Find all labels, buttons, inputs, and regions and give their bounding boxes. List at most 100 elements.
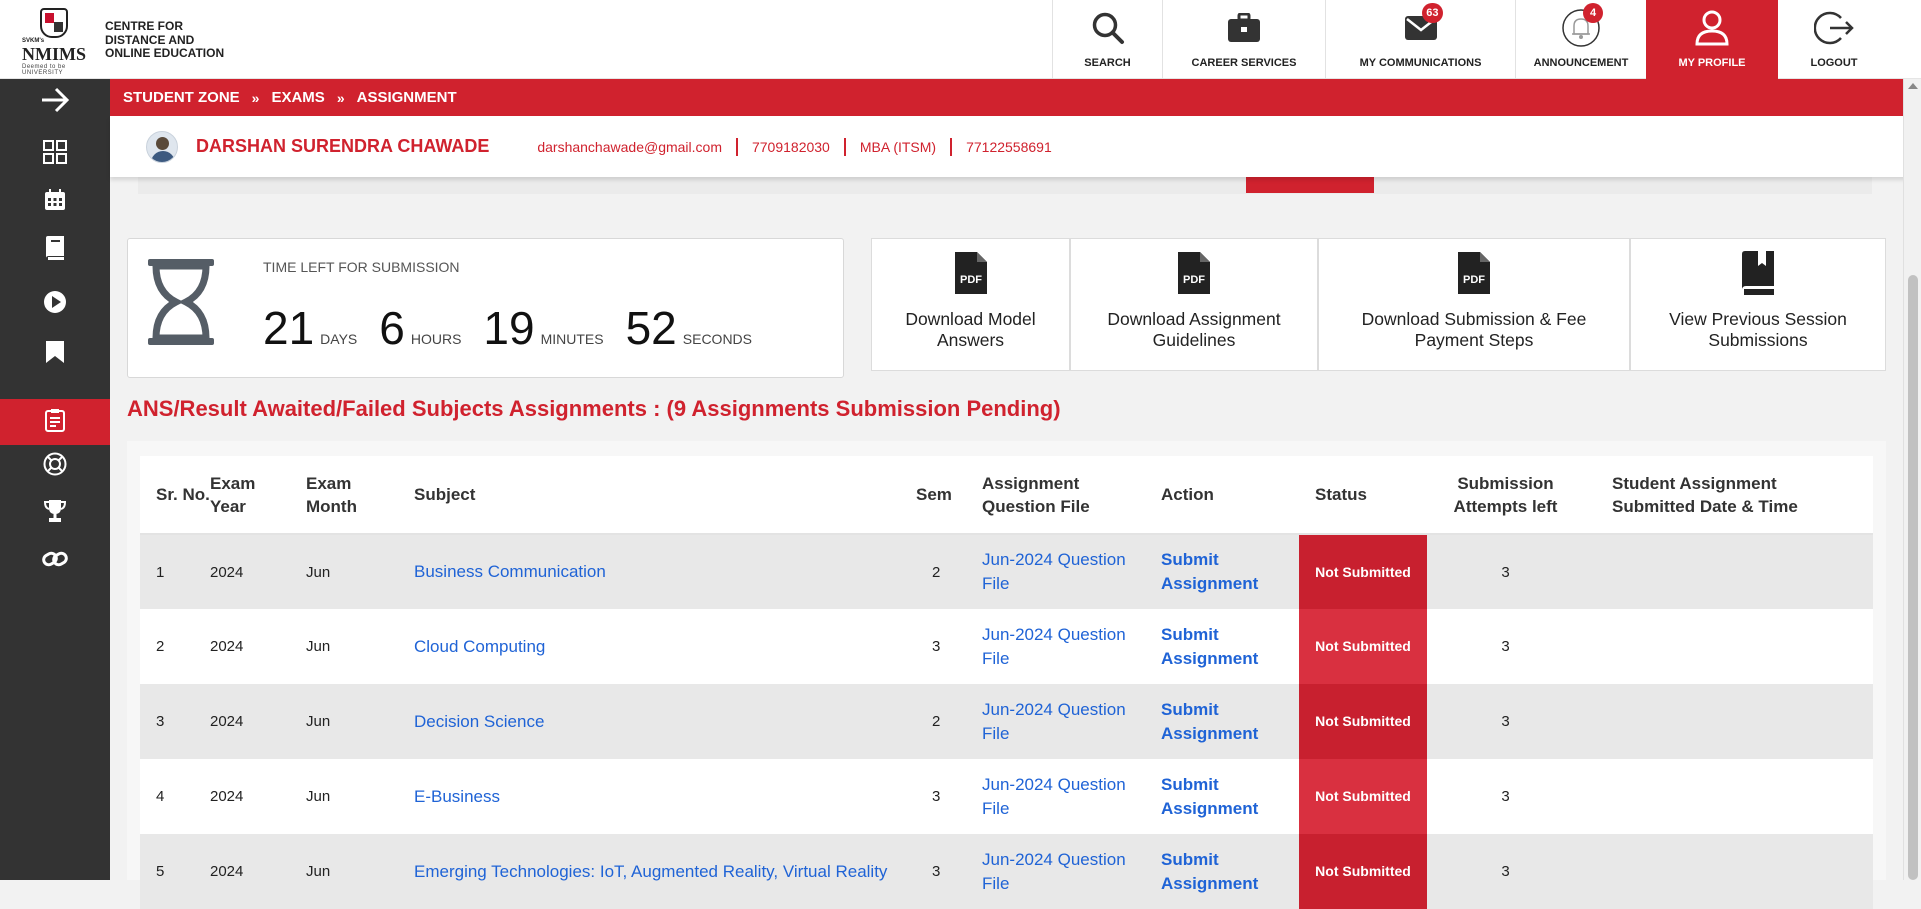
- breadcrumb-assignment: ASSIGNMENT: [356, 89, 457, 106]
- download-model-answers-button[interactable]: PDF Download Model Answers: [871, 238, 1070, 371]
- sidebar-item-bookmarks[interactable]: [0, 331, 110, 377]
- nav-logout[interactable]: LOGOUT: [1778, 0, 1890, 79]
- question-file-link[interactable]: Jun-2024 Question File: [982, 700, 1126, 743]
- question-file-link[interactable]: Jun-2024 Question File: [982, 550, 1126, 593]
- cell-sr: 1: [140, 534, 210, 609]
- subject-link[interactable]: Cloud Computing: [414, 637, 545, 656]
- pdf-icon: PDF: [1456, 247, 1492, 299]
- cell-sem: 3: [916, 834, 982, 909]
- breadcrumb-student-zone[interactable]: STUDENT ZONE: [123, 89, 240, 106]
- student-info-bar: DARSHAN SURENDRA CHAWADE darshanchawade@…: [110, 116, 1921, 177]
- cell-sr: 4: [140, 759, 210, 834]
- question-file-link[interactable]: Jun-2024 Question File: [982, 625, 1126, 668]
- column-header: Subject: [414, 456, 916, 535]
- page-scrollbar[interactable]: [1903, 79, 1921, 880]
- cell-month: Jun: [306, 759, 414, 834]
- cell-sr: 3: [140, 684, 210, 759]
- subject-link[interactable]: Emerging Technologies: IoT, Augmented Re…: [414, 862, 887, 881]
- sidebar-item-expand[interactable]: [0, 79, 110, 125]
- sidebar-item-achievements[interactable]: [0, 490, 110, 536]
- subject-link[interactable]: Decision Science: [414, 712, 544, 731]
- question-file-link[interactable]: Jun-2024 Question File: [982, 850, 1126, 893]
- submission-timer-card: TIME LEFT FOR SUBMISSION 21 DAYS 6 HOURS…: [127, 238, 844, 378]
- column-header: Assignment Question File: [982, 456, 1161, 535]
- table-row: 1 2024 Jun Business Communication 2 Jun-…: [140, 534, 1873, 609]
- hourglass-icon: [146, 257, 216, 352]
- centre-title-line: CENTRE FOR: [105, 19, 183, 33]
- timer-minutes: 19: [483, 302, 535, 354]
- svg-text:PDF: PDF: [960, 274, 982, 286]
- nav-announcement[interactable]: 4 ANNOUNCEMENT: [1515, 0, 1646, 79]
- bell-icon: 4: [1561, 3, 1603, 47]
- centre-title-line: DISTANCE AND: [105, 32, 195, 47]
- nav-career-services[interactable]: CAREER SERVICES: [1162, 0, 1325, 79]
- column-header: Student Assignment Submitted Date & Time: [1584, 456, 1873, 535]
- cell-attempts: 3: [1427, 684, 1584, 759]
- submit-assignment-link[interactable]: Submit Assignment: [1161, 775, 1258, 818]
- centre-title: CENTRE FOR DISTANCE AND ONLINE EDUCATION: [105, 19, 224, 61]
- nav-label: MY COMMUNICATIONS: [1359, 57, 1482, 69]
- sidebar-item-calendar[interactable]: [0, 179, 110, 225]
- link-icon: [42, 548, 68, 575]
- subject-link[interactable]: Business Communication: [414, 562, 606, 581]
- sidebar-item-links[interactable]: [0, 538, 110, 584]
- download-submission-steps-button[interactable]: PDF Download Submission & Fee Payment St…: [1318, 238, 1630, 371]
- cell-submitted-date: [1584, 609, 1873, 684]
- column-header: Status: [1299, 456, 1427, 535]
- submit-assignment-link[interactable]: Submit Assignment: [1161, 550, 1258, 593]
- cell-sem: 2: [916, 534, 982, 609]
- cell-sr: 5: [140, 834, 210, 909]
- logo-name: NMIMS: [22, 44, 86, 64]
- pending-assignments-title: ANS/Result Awaited/Failed Subjects Assig…: [127, 396, 1061, 421]
- cell-sr: 2: [140, 609, 210, 684]
- subject-link[interactable]: E-Business: [414, 787, 500, 806]
- logout-icon: [1814, 9, 1854, 47]
- cell-month: Jun: [306, 834, 414, 909]
- download-assignment-guidelines-button[interactable]: PDF Download Assignment Guidelines: [1070, 238, 1318, 371]
- question-file-link[interactable]: Jun-2024 Question File: [982, 775, 1126, 818]
- nav-search[interactable]: SEARCH: [1052, 0, 1162, 79]
- timer-values: 21 DAYS 6 HOURS 19 MINUTES 52 SECONDS: [263, 301, 774, 355]
- sidebar-item-dashboard[interactable]: [0, 131, 110, 177]
- scroll-up-icon[interactable]: [1908, 83, 1918, 89]
- student-sapid: 77122558691: [966, 138, 1052, 155]
- table-row: 5 2024 Jun Emerging Technologies: IoT, A…: [140, 834, 1873, 909]
- cell-attempts: 3: [1427, 759, 1584, 834]
- pdf-icon: PDF: [953, 247, 989, 299]
- left-sidebar: [0, 79, 110, 880]
- communications-badge: 63: [1422, 3, 1443, 23]
- cell-year: 2024: [210, 684, 306, 759]
- top-header: SVKM's NMIMS Deemed to be UNIVERSITY CEN…: [0, 0, 1921, 79]
- breadcrumb-exams[interactable]: EXAMS: [271, 89, 324, 106]
- cell-attempts: 3: [1427, 534, 1584, 609]
- play-icon: [43, 290, 67, 319]
- column-header: Exam Month: [306, 456, 414, 535]
- view-previous-submissions-button[interactable]: View Previous Session Submissions: [1630, 238, 1886, 371]
- scrollbar-thumb[interactable]: [1908, 275, 1918, 880]
- bookmark-icon: [45, 340, 65, 369]
- cell-submitted-date: [1584, 759, 1873, 834]
- sidebar-item-videos[interactable]: [0, 281, 110, 327]
- nmims-logo[interactable]: SVKM's NMIMS Deemed to be UNIVERSITY: [22, 8, 90, 76]
- table-header-row: Sr. No. Exam Year Exam Month Subject Sem…: [140, 456, 1873, 535]
- book-icon: [1738, 247, 1778, 299]
- sidebar-item-library[interactable]: [0, 227, 110, 273]
- nav-my-profile[interactable]: MY PROFILE: [1646, 0, 1778, 79]
- cell-year: 2024: [210, 534, 306, 609]
- timer-seconds: 52: [625, 302, 677, 354]
- nav-label: LOGOUT: [1810, 57, 1858, 69]
- sidebar-item-assignments[interactable]: [0, 399, 110, 445]
- search-icon: [1088, 9, 1128, 47]
- logo-sub: Deemed to be UNIVERSITY: [22, 64, 66, 76]
- submit-assignment-link[interactable]: Submit Assignment: [1161, 700, 1258, 743]
- download-card-label: Download Model Answers: [905, 309, 1036, 350]
- assignments-table-container: Sr. No. Exam Year Exam Month Subject Sem…: [127, 441, 1886, 909]
- submit-assignment-link[interactable]: Submit Assignment: [1161, 850, 1258, 893]
- submit-assignment-link[interactable]: Submit Assignment: [1161, 625, 1258, 668]
- grid-icon: [43, 139, 67, 169]
- timer-days-unit: DAYS: [320, 331, 358, 347]
- column-header: Sr. No.: [140, 456, 210, 535]
- nav-my-communications[interactable]: 63 MY COMMUNICATIONS: [1325, 0, 1515, 79]
- sidebar-item-support[interactable]: [0, 443, 110, 489]
- cell-month: Jun: [306, 609, 414, 684]
